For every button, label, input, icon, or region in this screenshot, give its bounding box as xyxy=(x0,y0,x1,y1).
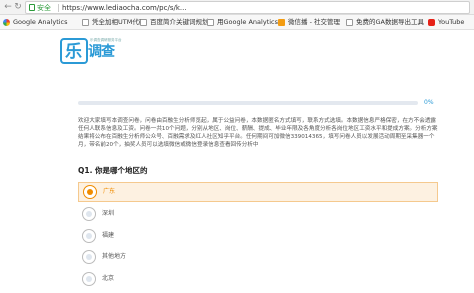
bookmark-label: 免费的GA数据导出工具 xyxy=(356,18,424,26)
radio-button[interactable] xyxy=(82,229,96,243)
back-arrow-icon[interactable]: ← xyxy=(3,2,13,12)
google-analytics-icon xyxy=(3,19,10,26)
option-label: 深圳 xyxy=(102,210,115,217)
bookmarks-bar: Google Analytics 凭全加相UTM代码 百度简介关键词规划 用Go… xyxy=(0,15,474,30)
youtube-icon xyxy=(428,19,435,26)
bookmark-ga-export[interactable]: 免费的GA数据导出工具 xyxy=(346,17,424,28)
radio-button[interactable] xyxy=(82,272,96,286)
survey-progress-bar xyxy=(78,101,418,105)
option-label: 福建 xyxy=(102,232,115,239)
bookmark-label: 百度简介关键词规划 xyxy=(150,18,209,26)
logo-text: 调查 xyxy=(88,44,115,60)
doc-icon xyxy=(140,19,147,26)
doc-icon xyxy=(346,19,353,26)
bookmark-youtube[interactable]: YouTube xyxy=(428,17,464,28)
progress-percent: 0% xyxy=(424,99,434,106)
bookmark-label: YouTube xyxy=(438,18,465,26)
lock-icon xyxy=(29,4,35,11)
question-title: Q1. 你是哪个地区的 xyxy=(78,166,148,175)
option-shenzhen[interactable]: 深圳 xyxy=(82,207,282,221)
reload-icon[interactable]: ↻ xyxy=(13,2,23,12)
option-fujian[interactable]: 福建 xyxy=(82,229,282,243)
option-beijing[interactable]: 北京 xyxy=(82,272,282,286)
survey-intro: 欢迎大家填写本调查问卷，问卷由百融生分析师览起，属于公益问卷，本数据匿名方式填写… xyxy=(78,118,438,148)
doc-icon xyxy=(207,19,214,26)
option-other[interactable]: 其他地方 xyxy=(82,250,282,264)
radio-button[interactable] xyxy=(82,207,96,221)
radio-button[interactable] xyxy=(82,250,96,264)
option-label: 其他地方 xyxy=(102,253,127,260)
option-guangdong[interactable]: 广东 xyxy=(78,182,438,202)
logo-mark: 乐 xyxy=(65,42,82,62)
bookmark-label: 凭全加相UTM代码 xyxy=(92,18,146,26)
doc-icon xyxy=(82,19,89,26)
bookmark-baidu[interactable]: 百度简介关键词规划 xyxy=(140,17,209,28)
secure-label: 安全 xyxy=(37,4,51,12)
bookmark-label: 微信播 - 社交管理 xyxy=(288,18,340,26)
option-label: 北京 xyxy=(102,275,115,282)
bookmark-label: Google Analytics xyxy=(13,18,68,26)
bookmark-google-analytics[interactable]: Google Analytics xyxy=(3,17,68,28)
browser-address-bar: ← ↻ 安全 https://www.lediaocha.com/pc/s/k.… xyxy=(0,0,474,15)
radio-button[interactable] xyxy=(83,185,97,199)
url-text[interactable]: https://www.lediaocha.com/pc/s/k... xyxy=(62,3,187,13)
divider xyxy=(58,4,59,12)
logo-mark-frame: 乐 xyxy=(60,38,88,64)
option-label: 广东 xyxy=(103,188,116,195)
bookmark-weixin[interactable]: 微信播 - 社交管理 xyxy=(278,17,340,28)
url-bar[interactable]: 安全 https://www.lediaocha.com/pc/s/k... xyxy=(25,1,470,14)
bookmark-utm[interactable]: 凭全加相UTM代码 xyxy=(82,17,145,28)
bookmark-use-ga[interactable]: 用Google Analytics xyxy=(207,17,278,28)
bookmark-label: 用Google Analytics xyxy=(217,18,279,26)
orange-icon xyxy=(278,19,285,26)
site-logo[interactable]: 乐 乐调查调研服务平台 调查 xyxy=(60,36,122,66)
